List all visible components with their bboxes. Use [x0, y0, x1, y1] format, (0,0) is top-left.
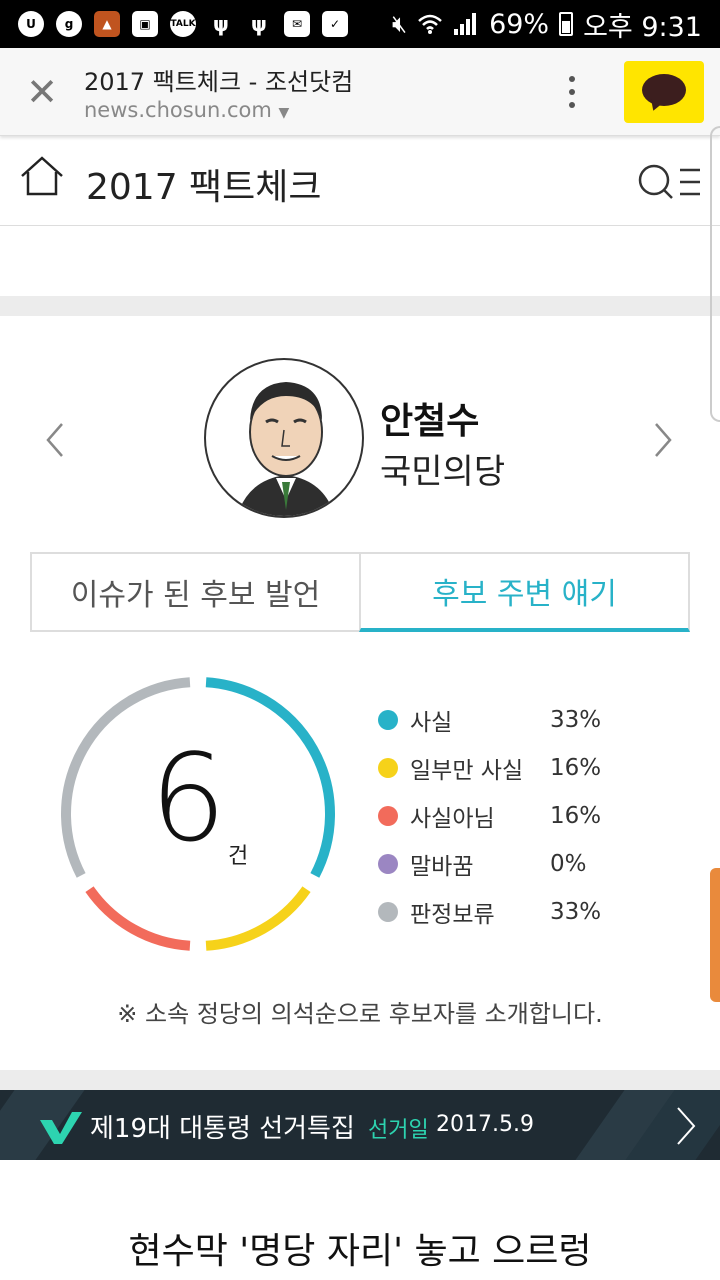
chevron-down-icon: ▼	[278, 105, 290, 121]
legend-value: 16%	[550, 803, 602, 829]
legend-label: 사실아님	[410, 806, 495, 832]
next-candidate-icon[interactable]	[648, 418, 678, 462]
legend-label: 사실	[410, 710, 453, 736]
donut-segment	[205, 886, 311, 951]
election-special-banner[interactable]: 제19대 대통령 선거특집 선거일 2017.5.9	[0, 1090, 720, 1160]
candidate-portrait-illustration	[237, 382, 335, 516]
clock: 오후 9:31	[583, 11, 702, 43]
url-text: news.chosun.com	[84, 98, 272, 122]
legend-value: 0%	[550, 851, 587, 877]
page-title: 2017 팩트체크	[86, 167, 322, 208]
mail-icon: ✉	[284, 11, 310, 37]
notification-icons: U g ▲ ▣ TALK ψ ψ ✉ ✓	[18, 11, 348, 37]
legend-dot	[378, 854, 398, 874]
legend-label: 판정보류	[410, 902, 495, 928]
fact-tabs: 이슈가 된 후보 발언 후보 주변 얘기	[30, 552, 690, 632]
legend-value: 33%	[550, 899, 602, 925]
talk-icon: TALK	[170, 11, 196, 37]
chart-legend: 사실 33% 일부만 사실 16% 사실아님 16% 말바꿈 0% 판정보류 33%	[378, 696, 638, 936]
article-headline[interactable]: 현수막 '명당 자리' 놓고 으르렁	[0, 1222, 720, 1274]
usb-icon: ψ	[251, 12, 267, 36]
banner-title: 제19대 대통령 선거특집	[90, 1114, 355, 1144]
candidate-name: 안철수	[380, 401, 480, 442]
battery-icon	[559, 12, 574, 36]
image-icon: ▣	[132, 11, 158, 37]
scroll-indicator	[710, 126, 720, 422]
search-menu-icon[interactable]	[636, 160, 704, 206]
checkmark-logo-icon	[40, 1112, 82, 1144]
legend-dot	[378, 758, 398, 778]
g-app-icon: g	[56, 11, 82, 37]
tab-candidate-surroundings[interactable]: 후보 주변 얘기	[359, 552, 690, 632]
side-tab[interactable]	[710, 868, 720, 1002]
legend-dot	[378, 902, 398, 922]
total-count: 6	[150, 730, 227, 869]
system-status: 🔇︎ 69% 오후 9:31	[392, 5, 702, 44]
legend-item: 일부만 사실 16%	[378, 744, 638, 792]
total-count-unit: 건	[228, 844, 249, 869]
election-date: 2017.5.9	[436, 1112, 534, 1137]
candidate-party: 국민의당	[380, 452, 506, 492]
browser-url[interactable]: news.chosun.com ▼	[84, 98, 289, 122]
battery-percent: 69%	[489, 8, 550, 40]
wifi-icon	[418, 14, 442, 34]
game-icon: ▲	[94, 11, 120, 37]
chevron-right-icon	[677, 1107, 696, 1145]
legend-item: 판정보류 33%	[378, 888, 638, 936]
page-header: 2017 팩트체크	[0, 136, 720, 226]
signal-icon	[454, 13, 477, 35]
legend-label: 일부만 사실	[410, 758, 524, 784]
tab-issue-statements[interactable]: 이슈가 된 후보 발언	[30, 552, 359, 632]
legend-dot	[378, 806, 398, 826]
browser-toolbar: ✕ 2017 팩트체크 - 조선닷컴 news.chosun.com ▼	[0, 48, 720, 136]
more-options-icon[interactable]	[560, 72, 584, 112]
legend-item: 사실 33%	[378, 696, 638, 744]
mute-icon: 🔇︎	[391, 10, 408, 38]
kakaotalk-share-button[interactable]	[624, 61, 704, 123]
legend-label: 말바꿈	[410, 854, 474, 880]
chat-bubble-icon	[642, 74, 686, 106]
notice-text: ※ 소속 정당의 의석순으로 후보자를 소개합니다.	[117, 1000, 603, 1028]
browser-page-title: 2017 팩트체크 - 조선닷컴	[84, 68, 354, 96]
legend-value: 16%	[550, 755, 602, 781]
usb-icon: ψ	[213, 12, 229, 36]
legend-value: 33%	[550, 707, 602, 733]
status-bar: U g ▲ ▣ TALK ψ ψ ✉ ✓ 🔇︎ 69% 오후 9:31	[0, 0, 720, 48]
home-icon[interactable]	[18, 154, 66, 198]
election-date-label: 선거일	[368, 1118, 429, 1143]
previous-candidate-icon[interactable]	[40, 418, 70, 462]
candidate-avatar	[204, 358, 364, 518]
section-divider	[0, 296, 720, 316]
section-divider	[0, 1070, 720, 1090]
donut-segment	[85, 886, 191, 951]
u-app-icon: U	[18, 11, 44, 37]
clipboard-icon: ✓	[322, 11, 348, 37]
legend-item: 말바꿈 0%	[378, 840, 638, 888]
legend-item: 사실아님 16%	[378, 792, 638, 840]
close-icon[interactable]: ✕	[22, 72, 62, 112]
legend-dot	[378, 710, 398, 730]
